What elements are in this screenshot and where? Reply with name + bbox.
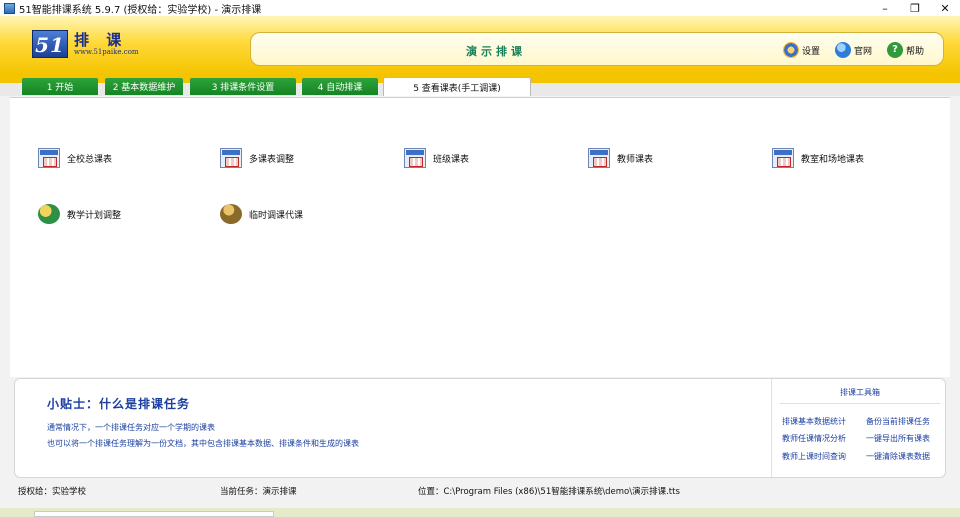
- class-timetable-button[interactable]: 班级课表: [404, 148, 469, 168]
- timetable-icon: [220, 148, 242, 168]
- app-icon: [4, 2, 15, 14]
- teaching-plan-icon: [38, 204, 60, 224]
- teacher-timetable-button[interactable]: 教师课表: [588, 148, 653, 168]
- logo: 51 排 课 www.51paike.com: [32, 30, 139, 58]
- teacher-time-query-link[interactable]: 教师上课时间查询: [782, 451, 846, 462]
- divider: [780, 403, 940, 404]
- tip-line-2: 也可以将一个排课任务理解为一份文档，其中包含排课基本数据、排课条件和生成的课表: [47, 439, 359, 448]
- globe-icon: [835, 42, 851, 58]
- settings-label: 设置: [802, 46, 821, 57]
- task-title: 演示排课: [466, 45, 526, 58]
- status-bar: 授权给：实验学校 当前任务：演示排课 位置：C:\Program Files (…: [0, 482, 960, 498]
- substitute-class-button[interactable]: 临时调课代课: [220, 204, 303, 224]
- help-label: 帮助: [906, 46, 925, 57]
- function-panel: 全校总课表 多课表调整 班级课表 教师课表 教室和场地课表 教学计划调整 临时调…: [10, 97, 950, 377]
- tab-view-timetable[interactable]: 5 查看课表(手工调课): [383, 77, 531, 96]
- function-label: 临时调课代课: [249, 210, 304, 221]
- classroom-timetable-button[interactable]: 教室和场地课表: [772, 148, 864, 168]
- substitute-icon: [220, 204, 242, 224]
- class-schedule-icon: [404, 148, 426, 168]
- tab-start[interactable]: 1 开始: [22, 78, 98, 95]
- function-label: 多课表调整: [249, 154, 295, 165]
- gear-icon: [783, 42, 799, 58]
- tab-bar: 1 开始 2 基本数据维护 3 排课条件设置 4 自动排课 5 查看课表(手工调…: [0, 74, 960, 96]
- window-controls: – ❐ ✕: [870, 0, 960, 16]
- help-icon: ?: [887, 42, 903, 58]
- taskbar-search-field[interactable]: [34, 511, 274, 517]
- website-label: 官网: [854, 46, 873, 57]
- export-all-link[interactable]: 一键导出所有课表: [866, 433, 930, 444]
- tip-panel: 小贴士：什么是排课任务 通常情况下，一个排课任务对应一个学期的课表 也可以将一个…: [14, 378, 947, 479]
- function-label: 教学计划调整: [67, 210, 122, 221]
- function-label: 全校总课表: [67, 154, 113, 165]
- logo-number: 51: [32, 30, 68, 58]
- website-link[interactable]: 官网: [835, 42, 872, 58]
- window-title: 51智能排课系统 5.9.7 (授权给：实验学校) - 演示排课: [19, 4, 262, 16]
- maximize-button[interactable]: ❐: [900, 0, 930, 16]
- backup-task-link[interactable]: 备份当前排课任务: [866, 416, 930, 427]
- function-label: 班级课表: [433, 154, 470, 165]
- status-location: 位置：C:\Program Files (x86)\51智能排课系统\demo\…: [418, 487, 680, 497]
- classroom-schedule-icon: [772, 148, 794, 168]
- multi-timetable-button[interactable]: 多课表调整: [220, 148, 294, 168]
- timetable-icon: [38, 148, 60, 168]
- toolbox: 排课工具箱 排课基本数据统计 备份当前排课任务 教师任课情况分析 一键导出所有课…: [771, 379, 947, 479]
- toolbox-title: 排课工具箱: [840, 388, 880, 397]
- logo-title: 排 课: [74, 30, 128, 49]
- tip-title: 小贴士：什么是排课任务: [47, 397, 191, 411]
- header-banner: 51 排 课 www.51paike.com 演示排课 设置 官网 ? 帮助: [0, 16, 960, 74]
- logo-text-block: 排 课 www.51paike.com: [74, 32, 139, 57]
- help-link[interactable]: ? 帮助: [887, 42, 924, 58]
- tab-conditions[interactable]: 3 排课条件设置: [190, 78, 296, 95]
- function-label: 教师课表: [617, 154, 654, 165]
- tip-line-1: 通常情况下，一个排课任务对应一个学期的课表: [47, 423, 215, 432]
- app-window: 51智能排课系统 5.9.7 (授权给：实验学校) - 演示排课 – ❐ ✕ 5…: [0, 0, 960, 517]
- status-licensed: 授权给：实验学校: [18, 487, 87, 497]
- settings-link[interactable]: 设置: [783, 42, 820, 58]
- clear-timetable-link[interactable]: 一键清除课表数据: [866, 451, 930, 462]
- tab-basic-data[interactable]: 2 基本数据维护: [105, 78, 183, 95]
- teacher-schedule-icon: [588, 148, 610, 168]
- data-statistics-link[interactable]: 排课基本数据统计: [782, 416, 846, 427]
- minimize-button[interactable]: –: [870, 0, 900, 16]
- logo-url: www.51paike.com: [74, 47, 139, 56]
- status-task: 当前任务：演示排课: [220, 487, 297, 497]
- title-bar: 51智能排课系统 5.9.7 (授权给：实验学校) - 演示排课 – ❐ ✕: [0, 0, 960, 16]
- function-label: 教室和场地课表: [801, 154, 865, 165]
- school-timetable-button[interactable]: 全校总课表: [38, 148, 112, 168]
- task-title-panel: 演示排课 设置 官网 ? 帮助: [250, 32, 944, 66]
- close-button[interactable]: ✕: [930, 0, 960, 16]
- teacher-analysis-link[interactable]: 教师任课情况分析: [782, 433, 846, 444]
- tab-auto-schedule[interactable]: 4 自动排课: [302, 78, 378, 95]
- teaching-plan-button[interactable]: 教学计划调整: [38, 204, 121, 224]
